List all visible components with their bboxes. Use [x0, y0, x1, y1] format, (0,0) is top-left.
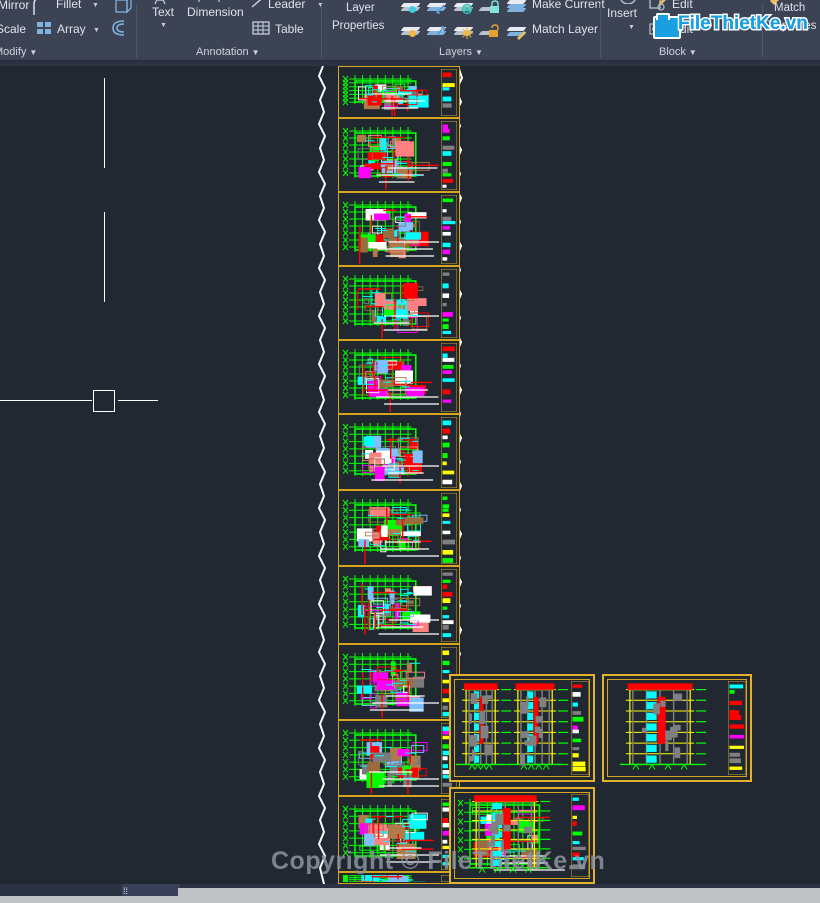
- table-button-label[interactable]: Table: [275, 22, 304, 36]
- drawing-sheet-frame[interactable]: [338, 66, 460, 118]
- make-current-icon[interactable]: [506, 0, 527, 14]
- layer-isolate-icon[interactable]: [426, 0, 447, 14]
- ribbon: Mirror Scale Fillet ▼ Array ▼ odify ▼ Te…: [0, 0, 820, 62]
- fillet-button-label[interactable]: Fillet: [56, 0, 81, 11]
- fillet-chevron-down-icon[interactable]: ▼: [92, 2, 99, 9]
- scale-button-label[interactable]: Scale: [0, 22, 26, 36]
- floor-plan-drawing: [341, 121, 439, 190]
- section-elevation-drawing: [609, 680, 725, 776]
- layout-tab-active[interactable]: [122, 884, 180, 896]
- layer-on-off-icon[interactable]: [400, 0, 421, 14]
- floor-plan-drawing: [341, 69, 439, 116]
- panel-title-annotation[interactable]: Annotation ▼: [196, 46, 260, 58]
- panel-title-modify[interactable]: Modify▼: [0, 46, 37, 58]
- sheet-title-block: [571, 681, 589, 775]
- floor-plan-drawing: [341, 493, 439, 564]
- logo-text: FileThietKe.vn: [678, 13, 808, 34]
- drawing-sheet-frame[interactable]: [338, 414, 460, 490]
- mirror-button-label[interactable]: Mirror: [0, 0, 29, 12]
- layer-properties-label-line2[interactable]: Properties: [332, 20, 384, 32]
- floor-plan-drawing: [341, 569, 439, 642]
- sheet-title-block: [441, 69, 457, 116]
- layer-unlock-icon[interactable]: [478, 24, 500, 38]
- crosshair-horizontal-left: [0, 400, 92, 401]
- layout-tab-label[interactable]: ⁞⁞: [123, 886, 128, 896]
- floor-plan-drawing: [341, 343, 439, 412]
- array-chevron-down-icon[interactable]: ▼: [93, 27, 100, 34]
- floor-plan-drawing: [341, 647, 439, 718]
- drawing-sheet-frame[interactable]: [338, 192, 460, 266]
- copyright-watermark: Copyright © FileThietKe.vn: [271, 847, 606, 875]
- layer-properties-label-line1[interactable]: Layer: [346, 2, 375, 14]
- array-button-label[interactable]: Array: [57, 22, 86, 36]
- panel-divider-3: [600, 4, 601, 58]
- dimension-button-label[interactable]: Dimension: [187, 5, 244, 19]
- drawing-sheet-frame[interactable]: [338, 340, 460, 414]
- layer-freeze-icon[interactable]: [453, 0, 474, 15]
- section-elevation-drawing: [456, 680, 568, 776]
- drawing-sheet-frame[interactable]: [338, 490, 460, 566]
- sheet-title-block: [441, 269, 457, 338]
- sheet-title-block: [728, 681, 746, 775]
- match-layer-button-label[interactable]: Match Layer: [532, 22, 598, 36]
- crosshair-horizontal-right: [118, 400, 158, 401]
- layer-thaw-icon[interactable]: [453, 24, 474, 39]
- make-current-button-label[interactable]: Make Current: [532, 0, 605, 11]
- floor-plan-drawing: [341, 875, 439, 882]
- folder-icon: [653, 13, 681, 39]
- crosshair-vertical-bottom: [104, 212, 105, 302]
- insert-block-icon[interactable]: [616, 0, 640, 4]
- drawing-sheet-frame[interactable]: [338, 266, 460, 340]
- array-icon[interactable]: [36, 20, 54, 36]
- 3d-box-icon[interactable]: [112, 0, 134, 16]
- filethietke-logo-watermark: FileThietKe.vn FileThietKe.vn: [650, 8, 809, 42]
- taskbar: [0, 896, 820, 903]
- panel-divider-1: [136, 4, 137, 58]
- fillet-icon[interactable]: [30, 0, 48, 16]
- layer-lock-icon[interactable]: [478, 0, 500, 14]
- drawing-sheet-frame[interactable]: [338, 720, 460, 796]
- floor-plan-drawing: [341, 417, 439, 488]
- sheet-title-block: [441, 121, 457, 190]
- panel-title-block[interactable]: Block ▼: [659, 46, 697, 58]
- break-line-left: [316, 66, 330, 884]
- drawing-sheet-frame[interactable]: [338, 566, 460, 644]
- panel-divider-2: [321, 4, 322, 58]
- insert-button-label[interactable]: Insert: [607, 6, 637, 20]
- horizontal-scrollbar[interactable]: [178, 888, 820, 896]
- text-button-label[interactable]: Text: [152, 5, 174, 19]
- floor-plan-drawing: [341, 723, 439, 794]
- panel-title-layers[interactable]: Layers ▼: [439, 46, 483, 58]
- insert-chevron-down-icon[interactable]: ▼: [628, 24, 635, 31]
- layer-unfreeze-icon[interactable]: [426, 24, 447, 38]
- text-chevron-down-icon[interactable]: ▼: [160, 22, 167, 29]
- sheet-title-block: [441, 417, 457, 488]
- sheet-title-block: [441, 343, 457, 412]
- drawing-sheet-frame[interactable]: [338, 118, 460, 192]
- cursor-pickbox: [93, 390, 115, 412]
- autocad-window: Mirror Scale Fillet ▼ Array ▼ odify ▼ Te…: [0, 0, 820, 903]
- sheet-title-block: [441, 195, 457, 264]
- table-icon[interactable]: [251, 20, 271, 36]
- sheet-title-block: [441, 493, 457, 564]
- offset-icon[interactable]: [110, 20, 132, 36]
- section-sheet-2[interactable]: [602, 674, 752, 782]
- drawing-canvas[interactable]: Copyright © FileThietKe.vn: [0, 66, 820, 884]
- sheet-title-block: [441, 569, 457, 642]
- drawing-sheet-frame[interactable]: [338, 644, 460, 720]
- leader-button-label[interactable]: Leader: [268, 0, 305, 11]
- floor-plan-drawing: [341, 195, 439, 264]
- crosshair-vertical-top: [104, 78, 105, 168]
- floor-plan-drawing: [341, 269, 439, 338]
- section-sheet-1[interactable]: [449, 674, 595, 782]
- layer-unisolate-icon[interactable]: [400, 24, 421, 38]
- match-layer-icon[interactable]: [506, 24, 527, 40]
